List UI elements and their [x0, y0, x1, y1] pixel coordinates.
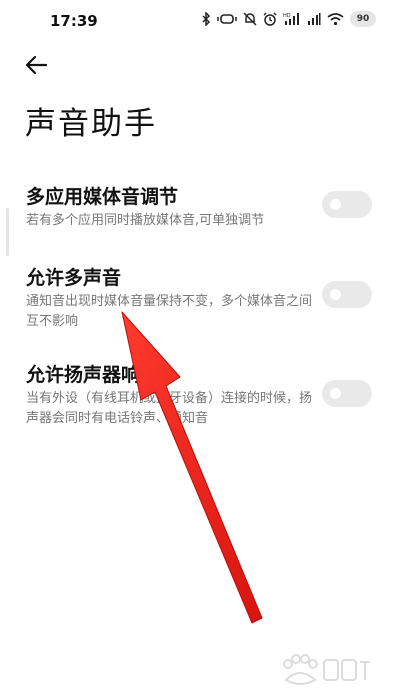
setting-row-allow-multiple-sounds[interactable]: 允许多声音 通知音出现时媒体音量保持不变，多个媒体音之间互不影响: [0, 263, 400, 329]
toggle-allow-multiple-sounds[interactable]: [322, 281, 372, 308]
setting-title: 允许扬声器响铃: [26, 364, 160, 386]
bluetooth-icon: [201, 12, 211, 26]
setting-description: 当有外设（有线耳机或蓝牙设备）连接的时候，扬声器会同时有电话铃声、通知音: [26, 391, 313, 426]
hd-signal-icon: HD: [283, 12, 301, 26]
toggle-allow-speaker-ringing[interactable]: [322, 380, 372, 407]
signal-icon: [307, 12, 321, 26]
baidu-jingyan-watermark: [278, 652, 374, 692]
back-button[interactable]: [22, 52, 52, 82]
toggle-knob: [330, 388, 341, 399]
battery-icon: 90: [350, 11, 376, 27]
toggle-knob: [330, 289, 341, 300]
setting-title: 允许多声音: [26, 267, 122, 289]
alarm-icon: [263, 12, 277, 26]
toggle-multi-app-media-volume[interactable]: [322, 191, 372, 218]
svg-text:HD: HD: [283, 13, 291, 19]
mute-bell-icon: [243, 12, 257, 26]
setting-row-multi-app-media-volume[interactable]: 多应用媒体音调节 若有多个应用同时播放媒体音,可单独调节: [0, 182, 400, 232]
setting-description: 若有多个应用同时播放媒体音,可单独调节: [26, 213, 265, 228]
status-icons: HD 90: [201, 11, 376, 27]
status-time: 17:39: [50, 12, 98, 30]
setting-row-allow-speaker-ringing[interactable]: 允许扬声器响铃 当有外设（有线耳机或蓝牙设备）连接的时候，扬声器会同时有电话铃声…: [0, 360, 400, 426]
setting-description: 通知音出现时媒体音量保持不变，多个媒体音之间互不影响: [26, 294, 313, 329]
wifi-icon: [327, 12, 344, 26]
arrow-left-icon: [22, 55, 52, 86]
vibrate-icon: [217, 12, 237, 26]
toggle-knob: [330, 199, 341, 210]
page-title: 声音助手: [25, 106, 157, 142]
status-bar: 17:39 HD 90: [0, 0, 400, 40]
setting-title: 多应用媒体音调节: [26, 186, 179, 208]
